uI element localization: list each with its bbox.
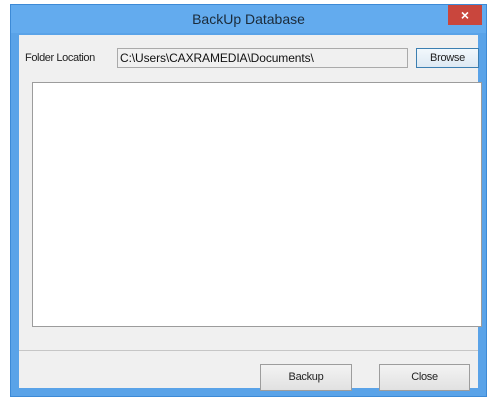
browse-button[interactable]: Browse <box>416 48 479 68</box>
folder-location-label: Folder Location <box>25 52 95 64</box>
backup-database-window: BackUp Database × Folder Location C:\Use… <box>10 4 487 397</box>
close-button[interactable]: Close <box>379 364 470 391</box>
close-icon[interactable]: × <box>448 5 482 25</box>
backup-button[interactable]: Backup <box>260 364 352 391</box>
title-bar[interactable]: BackUp Database × <box>11 5 486 33</box>
backup-log-area[interactable] <box>32 82 482 327</box>
window-title: BackUp Database <box>192 11 305 27</box>
folder-path-field[interactable]: C:\Users\CAXRAMEDIA\Documents\ <box>117 48 408 68</box>
dialog-body: Folder Location C:\Users\CAXRAMEDIA\Docu… <box>19 35 482 391</box>
footer-divider <box>19 350 478 351</box>
